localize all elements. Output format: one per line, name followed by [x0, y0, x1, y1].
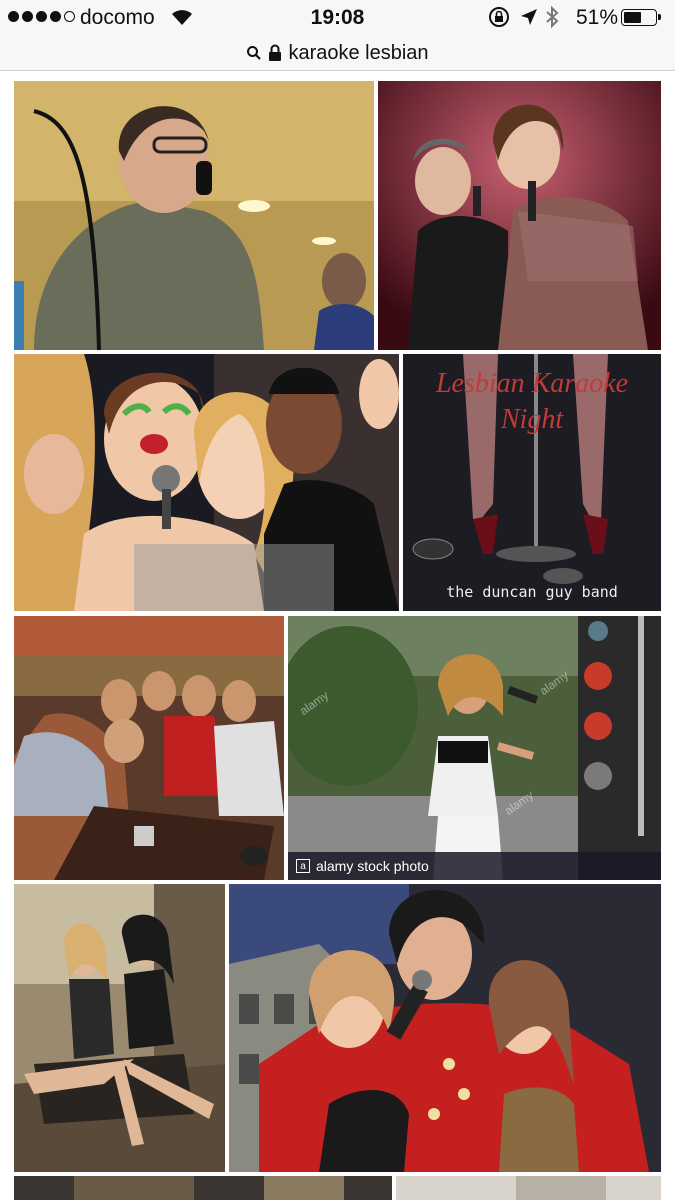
image-result-woman-stage[interactable]: alamy alamy alamy a alamy stock photo: [288, 616, 661, 880]
image-result-partial-left[interactable]: [14, 1176, 392, 1200]
image-result-group-laughing[interactable]: [14, 354, 399, 611]
image-result-lesbian-karaoke-night[interactable]: Lesbian Karaoke Night the duncan guy ban…: [403, 354, 661, 611]
image-result-elvis-impersonator[interactable]: [229, 884, 661, 1172]
status-bar: docomo 19:08 51%: [0, 0, 675, 36]
album-title-text: Lesbian Karaoke Night: [435, 368, 629, 435]
image-result-two-women-posing[interactable]: [14, 884, 225, 1172]
battery-icon: [621, 9, 661, 26]
album-band-text: the duncan guy band: [446, 583, 618, 601]
location-arrow-icon: [520, 8, 538, 32]
battery-percent: 51%: [576, 6, 619, 29]
bluetooth-icon: [544, 5, 560, 35]
stock-photo-credit: alamy stock photo: [316, 858, 429, 874]
image-result-men-group-bar[interactable]: [14, 616, 284, 880]
stock-photo-credit-bar: a alamy stock photo: [288, 852, 661, 880]
alamy-logo-icon: a: [296, 859, 310, 873]
search-icon: [246, 45, 262, 61]
rotation-lock-icon: [488, 6, 510, 34]
url-query: karaoke lesbian: [288, 41, 429, 64]
clock: 19:08: [310, 6, 365, 29]
lock-icon: [268, 44, 282, 62]
image-result-karaoke-man[interactable]: [14, 81, 374, 350]
image-result-two-women-singing[interactable]: [378, 81, 661, 350]
image-result-partial-right[interactable]: [396, 1176, 661, 1200]
image-results-grid: Lesbian Karaoke Night the duncan guy ban…: [0, 71, 675, 1200]
url-bar[interactable]: karaoke lesbian: [0, 36, 675, 71]
